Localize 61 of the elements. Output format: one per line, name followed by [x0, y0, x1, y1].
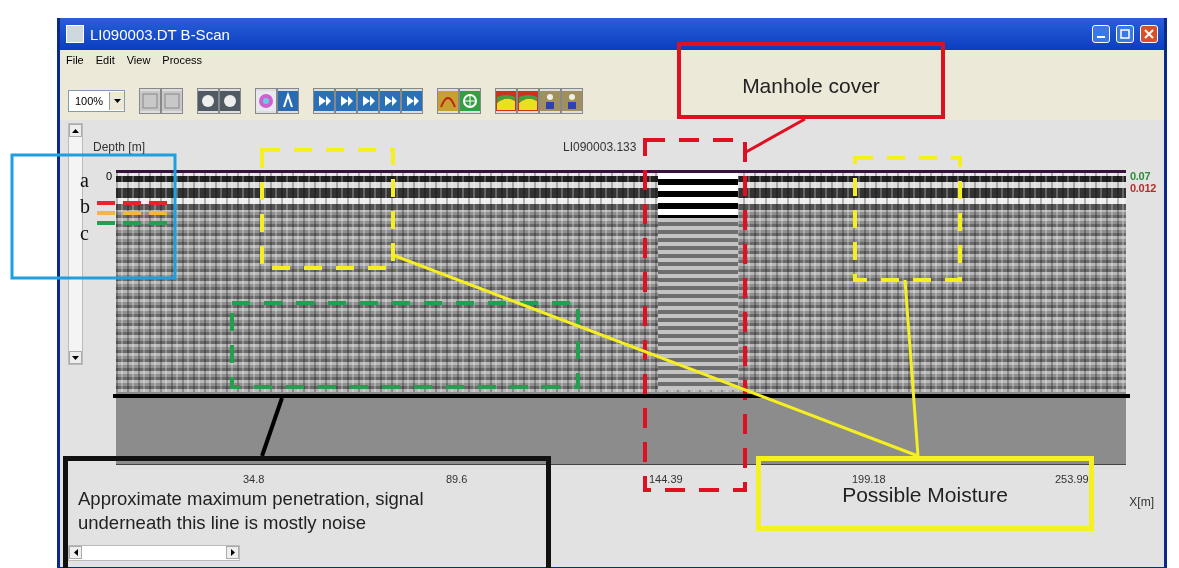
- toolbar-button[interactable]: [379, 88, 402, 114]
- depth-axis-label: Depth [m]: [93, 140, 146, 154]
- maximize-icon: [1120, 29, 1130, 39]
- minimize-icon: [1097, 36, 1105, 38]
- x-tick-label: 34.8: [243, 473, 266, 485]
- toolbar-button[interactable]: [437, 88, 460, 114]
- toolbar-button[interactable]: [561, 88, 584, 114]
- app-icon: [66, 25, 84, 43]
- toolbar-button[interactable]: [539, 88, 562, 114]
- close-icon: [1144, 29, 1154, 39]
- toolbar-button[interactable]: [401, 88, 424, 114]
- toolbar-button[interactable]: [277, 88, 300, 114]
- menu-item[interactable]: View: [126, 54, 151, 68]
- color-wheel-icon: [256, 91, 277, 111]
- menu-item[interactable]: Process: [162, 54, 203, 68]
- maximize-button[interactable]: [1116, 25, 1134, 43]
- layer-label: a: [80, 170, 89, 190]
- left-arrow-icon: [73, 549, 78, 556]
- scale-value: 0.012: [1130, 182, 1158, 194]
- figure-icon: [562, 91, 583, 111]
- letter-icon: [278, 91, 299, 111]
- toolbar-button[interactable]: [313, 88, 336, 114]
- horizontal-scrollbar[interactable]: [68, 545, 240, 561]
- scale-value: 0.07: [1130, 170, 1152, 182]
- minimize-button[interactable]: [1092, 25, 1110, 43]
- window-title: LI090003.DT B-Scan: [90, 25, 231, 43]
- scan-file-label: LI090003.133: [563, 140, 637, 154]
- right-arrow-icon: [230, 549, 235, 556]
- manhole-cover-label: Manhole cover: [677, 42, 945, 119]
- x-tick-label: 89.6: [446, 473, 469, 485]
- layer-label: b: [80, 196, 90, 216]
- close-button[interactable]: [1140, 25, 1158, 43]
- x-tick-label: 144.39: [649, 473, 684, 485]
- toolbar-button[interactable]: [357, 88, 380, 114]
- down-arrow-icon: [72, 355, 79, 360]
- layout-icon: [162, 91, 183, 111]
- toolbar-button[interactable]: [197, 88, 220, 114]
- zoom-dropdown[interactable]: 100%: [68, 90, 126, 112]
- up-arrow-icon: [72, 128, 79, 133]
- toolbar-button[interactable]: [219, 88, 242, 114]
- figure-icon: [540, 91, 561, 111]
- caret-icon: [113, 99, 121, 103]
- x-tick-label: 253.99: [1055, 473, 1090, 485]
- leader-line: [745, 117, 806, 154]
- depth-tick-label: 0: [105, 170, 112, 182]
- x-tick-label: 199.18: [852, 473, 887, 485]
- toolbar-button[interactable]: [459, 88, 482, 114]
- bell-curve-icon: [438, 91, 459, 111]
- layer-label: c: [80, 223, 89, 243]
- menu-item[interactable]: Edit: [95, 54, 115, 68]
- toolbar-button[interactable]: [517, 88, 540, 114]
- target-icon: [460, 91, 481, 111]
- leader-line: [260, 397, 284, 457]
- terrain-icon: [518, 91, 539, 111]
- menu-item[interactable]: File: [66, 54, 84, 68]
- toolbar-button[interactable]: [495, 88, 518, 114]
- x-axis-unit: X[m]: [1129, 495, 1154, 509]
- fast-forward-icon: [380, 91, 401, 111]
- terrain-icon: [496, 91, 517, 111]
- layout-icon: [140, 91, 161, 111]
- toolbar-button[interactable]: [335, 88, 358, 114]
